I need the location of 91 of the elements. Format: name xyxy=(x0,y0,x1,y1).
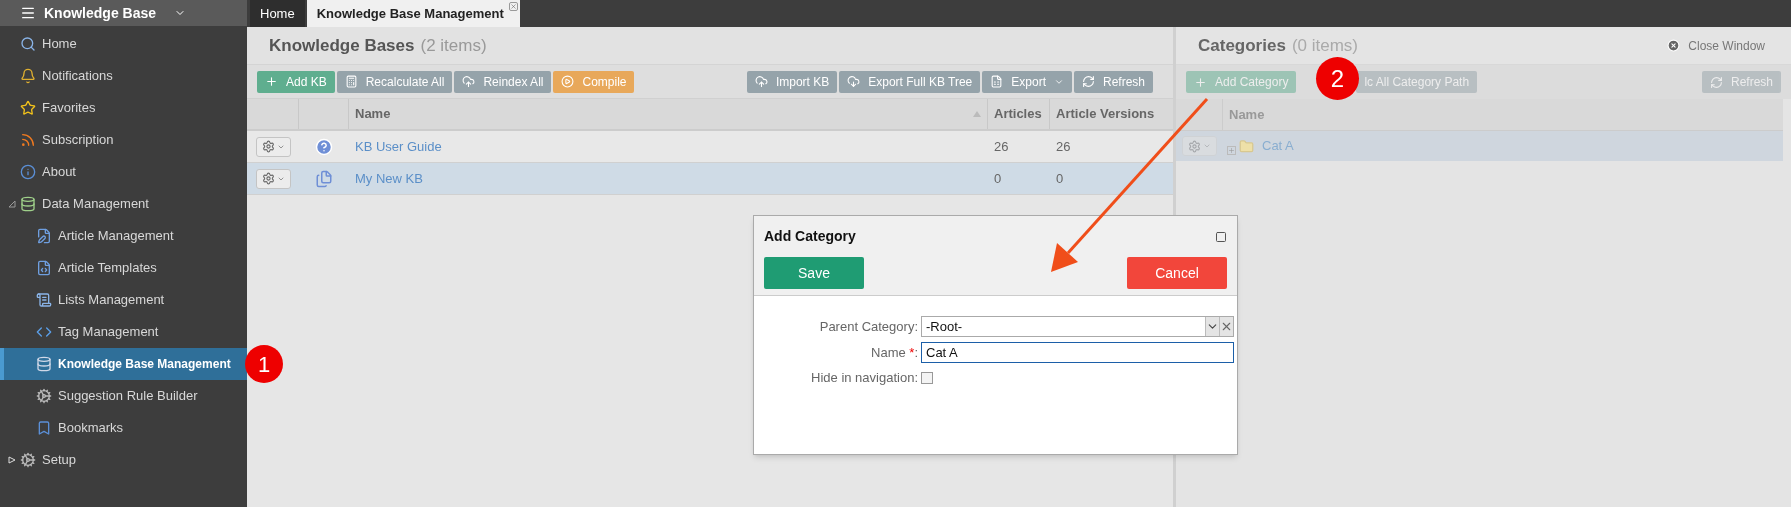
close-icon[interactable] xyxy=(508,2,518,11)
calculator-icon xyxy=(344,75,358,88)
cloud-download-icon xyxy=(847,75,861,88)
refresh-icon xyxy=(1709,75,1723,89)
cloud-upload-icon xyxy=(462,75,476,88)
gear-icon xyxy=(261,140,275,153)
plus-icon xyxy=(1194,75,1207,89)
toolbar-button[interactable]: Add KB xyxy=(257,70,335,93)
play-icon xyxy=(561,75,575,88)
field-label: Name *: xyxy=(870,343,919,362)
sidebar-title: Knowledge Base xyxy=(44,3,158,23)
sidebar-item[interactable]: Setup xyxy=(0,444,247,476)
field-label: Hide in navigation: xyxy=(810,369,919,387)
sidebar-item[interactable]: Article Management xyxy=(0,220,247,252)
collapsed-triangle-icon[interactable] xyxy=(8,456,16,464)
panel-title: Knowledge Bases xyxy=(269,34,415,57)
folder-icon xyxy=(1239,138,1254,154)
sidebar-item[interactable]: Lists Management xyxy=(0,284,247,316)
column-header[interactable]: Name xyxy=(349,99,988,129)
caret-icon xyxy=(1203,142,1211,150)
gear-icon xyxy=(36,388,52,404)
close-window-button[interactable]: Close Window xyxy=(1667,36,1765,55)
cancel-button[interactable]: Cancel xyxy=(1127,257,1227,289)
pencil-document-icon xyxy=(36,228,52,244)
close-icon xyxy=(1667,39,1681,52)
item-count: (0 items) xyxy=(1291,34,1358,57)
database-icon xyxy=(36,356,52,372)
sidebar-item[interactable]: Knowledge Base Management xyxy=(0,348,247,380)
table-cell[interactable]: My New KB xyxy=(355,170,423,186)
column-header[interactable]: Article Versions xyxy=(1050,99,1165,129)
sidebar-item[interactable]: Data Management xyxy=(0,188,247,220)
toolbar-button[interactable]: Refresh xyxy=(1073,70,1153,93)
search-icon xyxy=(20,36,36,52)
sidebar-item[interactable]: Subscription xyxy=(0,124,247,156)
toolbar-button[interactable]: Recalculate All xyxy=(336,70,453,93)
maximize-icon[interactable] xyxy=(1215,230,1227,243)
dialog-title: Add Category xyxy=(764,227,856,246)
toolbar-button[interactable]: Import KB xyxy=(746,70,838,93)
bell-icon xyxy=(20,68,36,84)
toolbar-button[interactable]: Export xyxy=(982,70,1072,93)
sidebar-item[interactable]: Favorites xyxy=(0,92,247,124)
sidebar-item[interactable]: Article Templates xyxy=(0,252,247,284)
scroll-icon xyxy=(36,292,52,308)
gear-icon xyxy=(261,172,275,185)
toolbar-button[interactable]: Compile xyxy=(553,70,635,93)
help-icon xyxy=(315,137,333,156)
sidebar-item[interactable]: Suggestion Rule Builder xyxy=(0,380,247,412)
info-icon xyxy=(20,164,36,180)
table-row[interactable]: My New KB 0 0 xyxy=(247,163,1173,195)
name-input-field[interactable]: Cat A xyxy=(921,342,1234,363)
clear-icon[interactable] xyxy=(1219,317,1233,336)
table-cell: 0 xyxy=(1056,170,1064,186)
table-cell: 26 xyxy=(1056,138,1071,154)
sort-arrow-icon xyxy=(973,111,981,117)
expanded-triangle-icon[interactable] xyxy=(8,200,16,208)
refresh-icon xyxy=(1081,75,1095,88)
parent-category-dropdown[interactable]: -Root- xyxy=(921,316,1234,337)
gear-icon xyxy=(1188,139,1201,153)
gear-icon xyxy=(20,452,36,468)
panel-title: Categories xyxy=(1198,34,1286,57)
column-header[interactable]: Articles xyxy=(988,99,1050,129)
sidebar-header[interactable]: Knowledge Base xyxy=(0,0,247,26)
toolbar-button[interactable]: Reindex All xyxy=(454,70,552,93)
plus-icon xyxy=(265,75,278,88)
item-count: (2 items) xyxy=(420,34,487,57)
menu-icon[interactable] xyxy=(20,5,36,21)
database-icon xyxy=(20,196,36,212)
rss-icon xyxy=(20,132,36,148)
sidebar-item[interactable]: Tag Management xyxy=(0,316,247,348)
gear-menu-button[interactable] xyxy=(255,168,291,189)
sidebar-item[interactable]: About xyxy=(0,156,247,188)
gear-menu-button[interactable] xyxy=(255,136,291,157)
documents-icon xyxy=(315,169,333,188)
tab[interactable]: Knowledge Base Management xyxy=(306,0,520,27)
star-icon xyxy=(20,100,36,116)
field-label: Parent Category: xyxy=(818,317,919,336)
cloud-upload-icon xyxy=(754,75,768,88)
sidebar-item[interactable]: Home xyxy=(0,28,247,60)
table-cell[interactable]: KB User Guide xyxy=(355,138,442,154)
table-cell: 0 xyxy=(994,170,1002,186)
spreadsheet-icon xyxy=(990,75,1004,88)
bookmark-icon xyxy=(36,420,52,436)
hide-in-navigation-checkbox[interactable] xyxy=(921,371,933,384)
table-cell: 26 xyxy=(994,138,1009,154)
code-icon xyxy=(36,324,52,340)
sidebar-item[interactable]: Bookmarks xyxy=(0,412,247,444)
sidebar-item[interactable]: Notifications xyxy=(0,60,247,92)
save-button[interactable]: Save xyxy=(764,257,864,289)
code-document-icon xyxy=(36,260,52,276)
tab[interactable]: Home xyxy=(250,0,305,27)
toolbar-button[interactable]: Export Full KB Tree xyxy=(839,70,981,93)
